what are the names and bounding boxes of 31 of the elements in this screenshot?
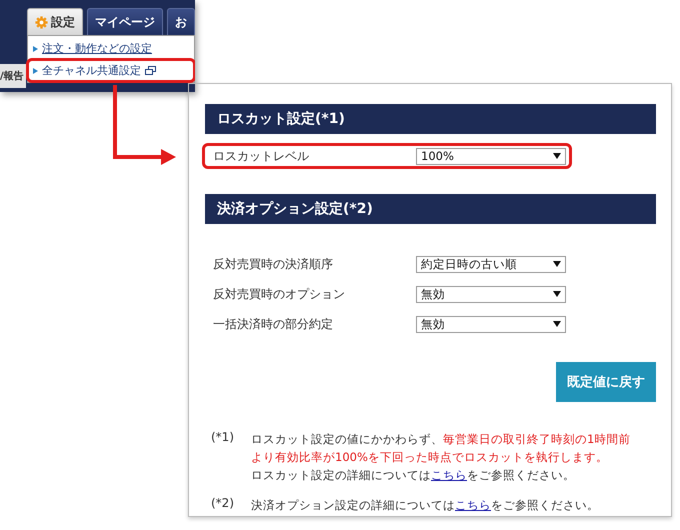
menu-tab[interactable]: マイページ — [87, 8, 163, 35]
menu-tab[interactable]: /報告 — [0, 64, 26, 88]
dropdown-caret-icon — [553, 291, 561, 297]
gear-icon — [35, 16, 48, 28]
dropdown-caret-icon — [553, 153, 561, 159]
link[interactable]: こちら — [455, 498, 491, 512]
dropdown-caret-icon — [553, 261, 561, 267]
section-header: ロスカット設定(*1) — [205, 104, 656, 134]
external-window-icon — [145, 66, 156, 75]
footnote-mark: (*2) — [211, 496, 235, 512]
select-field[interactable]: 約定日時の古い順 — [416, 256, 566, 272]
dropdown-caret-icon — [553, 321, 561, 327]
setting-label: 反対売買時のオプション — [213, 286, 346, 302]
setting-label: ロスカットレベル — [213, 148, 310, 164]
reset-button[interactable]: 既定値に戻す — [556, 362, 656, 402]
bullet-icon — [33, 68, 38, 74]
setting-label: 一括決済時の部分約定 — [213, 316, 334, 332]
select-field[interactable]: 100% — [416, 148, 566, 164]
menu-tab[interactable]: お — [167, 8, 195, 35]
footnote-text: ロスカット設定の値にかかわらず、毎営業日の取引終了時刻の1時間前 より有効比率が100%を下回った時点でロスカットを執行します。 ロスカット設定の詳細については こちら をご参照ください。 — [251, 431, 630, 484]
select-field[interactable]: 無効 — [416, 286, 566, 302]
bullet-icon — [33, 46, 38, 52]
section-header: 決済オプション設定(*2) — [205, 194, 656, 224]
link[interactable]: こちら — [431, 468, 467, 482]
setting-label: 反対売買時の決済順序 — [213, 256, 334, 272]
menu-tab[interactable]: 設定 — [27, 8, 83, 35]
footnote-text: 決済オプション設定の詳細については こちら をご参照ください。 — [251, 497, 599, 514]
menu-item[interactable]: 注文・動作などの設定 — [29, 39, 193, 58]
footnote-mark: (*1) — [211, 430, 235, 446]
menu-item[interactable]: 全チャネル共通設定 — [29, 61, 193, 80]
select-field[interactable]: 無効 — [416, 316, 566, 332]
